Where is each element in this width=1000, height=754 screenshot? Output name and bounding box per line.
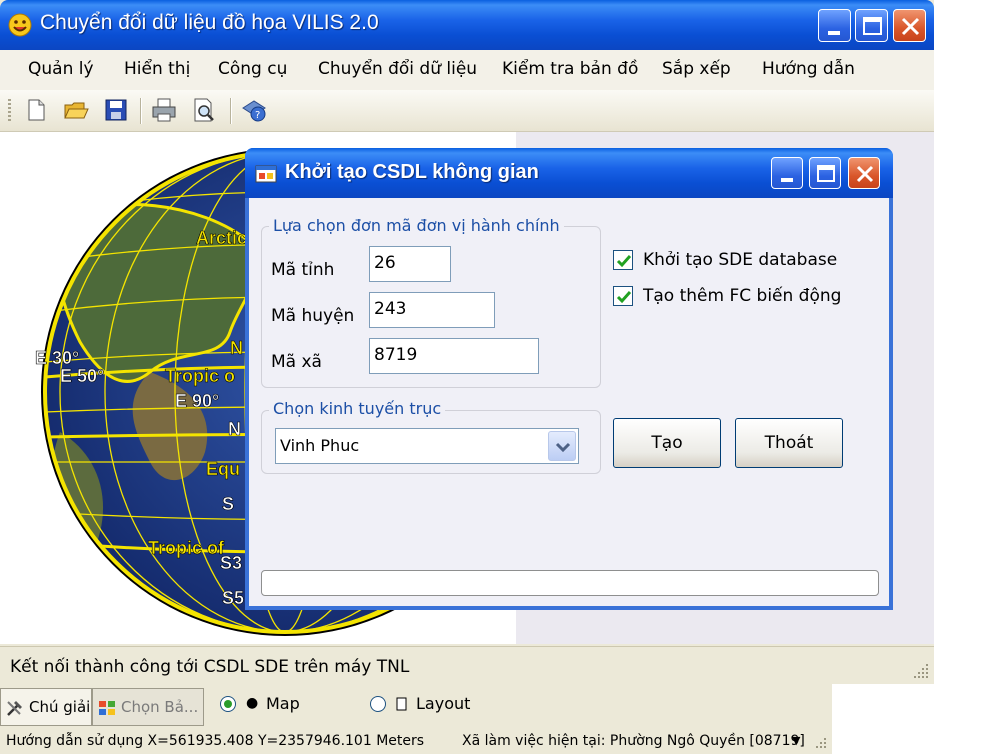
toolbar: ? xyxy=(0,90,934,132)
map-label: Arctic xyxy=(196,228,247,248)
menu-huong-dan[interactable]: Hướng dẫn xyxy=(762,59,855,79)
form-window-icon xyxy=(255,165,277,183)
dialog-title: Khởi tạo CSDL không gian xyxy=(285,161,539,183)
print-icon[interactable] xyxy=(150,96,178,124)
map-view-radio[interactable] xyxy=(220,696,236,712)
create-sde-label[interactable]: Khởi tạo SDE database xyxy=(643,250,837,270)
commune-code-label: Mã xã xyxy=(271,352,322,372)
create-button[interactable]: Tạo xyxy=(613,418,721,468)
create-sde-checkbox[interactable] xyxy=(613,250,633,270)
map-label: S3 xyxy=(220,553,242,573)
map-label: N xyxy=(228,419,241,439)
tab-choose[interactable]: Chọn Bả... xyxy=(92,688,204,726)
new-file-icon[interactable] xyxy=(22,96,50,124)
status-message: Kết nối thành công tới CSDL SDE trên máy… xyxy=(10,657,410,677)
admin-unit-group-legend: Lựa chọn đơn mã đơn vị hành chính xyxy=(269,216,564,235)
minimize-button[interactable] xyxy=(818,9,851,42)
toolbar-separator xyxy=(230,98,232,124)
close-icon xyxy=(856,165,874,183)
exit-button[interactable]: Thoát xyxy=(735,418,843,468)
map-view-label: Map xyxy=(266,694,300,713)
district-code-input[interactable]: 243 xyxy=(369,292,495,328)
layout-page-icon xyxy=(396,697,407,711)
bottom-panel: Chú giải Chọn Bả... ● Map Layout Hướng d… xyxy=(0,684,832,754)
toolbar-grip[interactable] xyxy=(8,99,11,123)
meridian-selected-value: Vinh Phuc xyxy=(280,436,360,455)
menu-bar: Quản lý Hiển thị Công cụ Chuyển đổi dữ l… xyxy=(0,50,934,90)
maximize-button[interactable] xyxy=(855,9,888,42)
map-label: E 30° xyxy=(35,348,79,368)
current-workspace: Xã làm việc hiện tại: Phường Ngô Quyền [… xyxy=(462,733,805,749)
meridian-group-legend: Chọn kinh tuyến trục xyxy=(269,399,446,418)
menu-hien-thi[interactable]: Hiển thị xyxy=(124,59,190,79)
commune-code-input[interactable]: 8719 xyxy=(369,338,539,374)
svg-text:?: ? xyxy=(255,110,260,121)
district-code-label: Mã huyện xyxy=(271,306,355,326)
coordinate-readout: Hướng dẫn sử dụng X=561935.408 Y=2357946… xyxy=(6,733,425,749)
status-bar: Kết nối thành công tới CSDL SDE trên máy… xyxy=(0,646,934,684)
dialog-minimize-button[interactable] xyxy=(771,157,803,189)
checkmark-icon xyxy=(616,291,632,304)
menu-chuyen-doi-du-lieu[interactable]: Chuyển đổi dữ liệu xyxy=(318,59,477,79)
tab-legend[interactable]: Chú giải xyxy=(0,688,92,726)
map-label: Equ xyxy=(206,459,240,479)
dialog-close-button[interactable] xyxy=(848,157,880,189)
help-globe-icon[interactable]: ? xyxy=(240,96,268,124)
map-label: N xyxy=(230,338,243,358)
main-titlebar[interactable]: Chuyển đổi dữ liệu đồ họa VILIS 2.0 xyxy=(0,0,934,50)
meridian-dropdown-button[interactable] xyxy=(548,431,576,461)
close-button[interactable] xyxy=(893,9,926,42)
menu-kiem-tra-ban-do[interactable]: Kiểm tra bản đồ xyxy=(502,59,638,79)
tools-icon xyxy=(7,701,22,716)
workspace-dropdown-icon[interactable]: ▼ xyxy=(792,734,800,747)
close-icon xyxy=(901,17,920,36)
tab-choose-label: Chọn Bả... xyxy=(121,698,199,716)
maximize-icon xyxy=(817,165,835,182)
tab-legend-label: Chú giải xyxy=(29,698,91,716)
map-label: E 50° xyxy=(60,366,104,386)
map-label: S xyxy=(222,494,234,514)
chevron-down-icon xyxy=(555,442,571,453)
map-label: S5 xyxy=(222,588,244,608)
minimize-icon xyxy=(828,31,840,35)
progress-bar xyxy=(261,570,879,596)
open-folder-icon[interactable] xyxy=(62,96,90,124)
save-icon[interactable] xyxy=(102,96,130,124)
checkmark-icon xyxy=(616,255,632,268)
resize-grip-icon[interactable] xyxy=(812,734,828,750)
map-view-icon: ● xyxy=(246,695,259,711)
add-fc-checkbox[interactable] xyxy=(613,286,633,306)
map-label: E 90° xyxy=(175,391,219,411)
meridian-select[interactable]: Vinh Phuc xyxy=(275,428,579,464)
province-code-input[interactable]: 26 xyxy=(369,246,451,282)
print-preview-icon[interactable] xyxy=(190,96,218,124)
menu-sap-xep[interactable]: Sắp xếp xyxy=(662,59,731,79)
dialog-maximize-button[interactable] xyxy=(809,157,841,189)
toolbar-separator xyxy=(140,98,142,124)
menu-cong-cu[interactable]: Công cụ xyxy=(218,59,287,79)
create-spatial-db-dialog: Khởi tạo CSDL không gian Lựa chọn đơn mã… xyxy=(245,148,893,610)
map-label: Tropic o xyxy=(165,366,235,386)
smiley-app-icon xyxy=(8,13,32,37)
layout-view-radio[interactable] xyxy=(370,696,386,712)
add-fc-label[interactable]: Tạo thêm FC biến động xyxy=(643,286,841,306)
dialog-titlebar[interactable]: Khởi tạo CSDL không gian xyxy=(245,148,893,198)
resize-grip-icon[interactable] xyxy=(912,662,930,680)
dialog-body: Lựa chọn đơn mã đơn vị hành chính Mã tỉn… xyxy=(249,198,889,606)
minimize-icon xyxy=(781,178,793,182)
windows-flag-icon xyxy=(99,701,115,715)
layout-view-label: Layout xyxy=(416,694,471,713)
app-title: Chuyển đổi dữ liệu đồ họa VILIS 2.0 xyxy=(40,11,379,34)
map-label: Tropic of xyxy=(148,538,225,558)
menu-quan-ly[interactable]: Quản lý xyxy=(28,59,94,79)
province-code-label: Mã tỉnh xyxy=(271,260,335,280)
maximize-icon xyxy=(863,17,882,35)
